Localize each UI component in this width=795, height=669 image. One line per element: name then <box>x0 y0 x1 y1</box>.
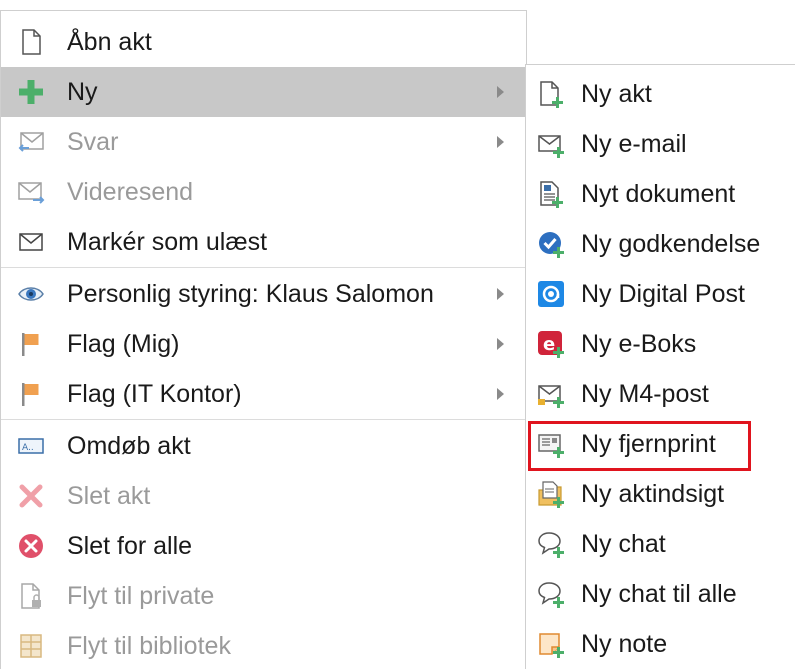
document-icon <box>17 28 45 56</box>
submenu-item-new-digital-post[interactable]: Ny Digital Post <box>526 269 795 319</box>
submenu-item-new-chat-all[interactable]: Ny chat til alle <box>526 569 795 619</box>
menu-item-open-file[interactable]: Åbn akt <box>1 17 526 67</box>
submenu-arrow-icon <box>497 338 504 350</box>
new-document-icon <box>537 80 565 108</box>
menu-item-rename[interactable]: A.. Omdøb akt <box>1 421 526 471</box>
eye-icon <box>17 280 45 308</box>
menu-item-label: Personlig styring: Klaus Salomon <box>67 280 434 308</box>
submenu-arrow-icon <box>497 288 504 300</box>
submenu-item-new-chat[interactable]: Ny chat <box>526 519 795 569</box>
menu-item-delete[interactable]: Slet akt <box>1 471 526 521</box>
svg-text:A..: A.. <box>22 443 34 453</box>
menu-item-label: Ny akt <box>581 80 652 108</box>
menu-item-label: Flag (Mig) <box>67 330 180 358</box>
file-access-icon <box>537 480 565 508</box>
submenu-item-new-file[interactable]: Ny akt <box>526 69 795 119</box>
menu-item-label: Flyt til bibliotek <box>67 632 231 660</box>
menu-item-label: Slet for alle <box>67 532 193 560</box>
menu-item-move-to-private[interactable]: Flyt til private <box>1 571 526 621</box>
flag-icon <box>17 380 45 408</box>
menu-item-personal-control[interactable]: Personlig styring: Klaus Salomon <box>1 269 526 319</box>
menu-item-label: Omdøb akt <box>67 432 191 460</box>
menu-item-label: Svar <box>67 128 119 156</box>
menu-separator <box>1 419 526 420</box>
delete-circle-icon <box>17 532 45 560</box>
menu-item-reply[interactable]: Svar <box>1 117 526 167</box>
forward-envelope-icon <box>17 178 45 206</box>
highlight-annotation-box <box>528 421 751 471</box>
menu-item-label: Ny M4-post <box>581 380 709 408</box>
note-icon <box>537 630 565 658</box>
menu-item-flag-it-office[interactable]: Flag (IT Kontor) <box>1 369 526 419</box>
digital-post-at-icon <box>537 280 565 308</box>
menu-item-label: Ny chat <box>581 530 666 558</box>
menu-item-label: Ny e-mail <box>581 130 687 158</box>
menu-item-flag-me[interactable]: Flag (Mig) <box>1 319 526 369</box>
submenu-item-new-document[interactable]: Nyt dokument <box>526 169 795 219</box>
menu-item-label: Ny chat til alle <box>581 580 737 608</box>
menu-item-forward[interactable]: Videresend <box>1 167 526 217</box>
submenu-item-new-m4-post[interactable]: Ny M4-post <box>526 369 795 419</box>
word-document-icon <box>537 180 565 208</box>
submenu-arrow-icon <box>497 388 504 400</box>
menu-item-delete-for-all[interactable]: Slet for alle <box>1 521 526 571</box>
submenu-item-new-file-access[interactable]: Ny aktindsigt <box>526 469 795 519</box>
lock-document-icon <box>17 582 45 610</box>
flag-icon <box>17 330 45 358</box>
new-submenu: Ny akt Ny e-mail Nyt dokument Ny godkend… <box>525 64 795 669</box>
menu-item-move-to-library[interactable]: Flyt til bibliotek <box>1 621 526 669</box>
menu-item-label: Åbn akt <box>67 28 152 56</box>
submenu-arrow-icon <box>497 136 504 148</box>
eboks-icon: e <box>537 330 565 358</box>
menu-item-label: Flag (IT Kontor) <box>67 380 242 408</box>
menu-separator <box>1 267 526 268</box>
menu-item-mark-unread[interactable]: Markér som ulæst <box>1 217 526 267</box>
submenu-item-new-email[interactable]: Ny e-mail <box>526 119 795 169</box>
submenu-arrow-icon <box>497 86 504 98</box>
m4-post-icon <box>537 380 565 408</box>
library-icon <box>17 632 45 660</box>
menu-item-label: Ny Digital Post <box>581 280 745 308</box>
menu-item-label: Slet akt <box>67 482 151 510</box>
submenu-item-new-eboks[interactable]: e Ny e-Boks <box>526 319 795 369</box>
envelope-icon <box>17 228 45 256</box>
plus-icon <box>17 78 45 106</box>
menu-item-label: Ny <box>67 78 98 106</box>
menu-item-label: Ny aktindsigt <box>581 480 725 508</box>
menu-item-label: Ny godkendelse <box>581 230 761 258</box>
menu-item-label: Flyt til private <box>67 582 215 610</box>
menu-item-label: Videresend <box>67 178 194 206</box>
approval-check-icon <box>537 230 565 258</box>
menu-item-label: Markér som ulæst <box>67 228 268 256</box>
new-email-icon <box>537 130 565 158</box>
context-menu: Åbn akt Ny Svar Videresend Markér som ul… <box>0 10 527 669</box>
menu-item-label: Nyt dokument <box>581 180 736 208</box>
submenu-item-new-note[interactable]: Ny note <box>526 619 795 669</box>
chat-icon <box>537 530 565 558</box>
chat-all-icon <box>537 580 565 608</box>
menu-item-label: Ny e-Boks <box>581 330 697 358</box>
menu-item-new[interactable]: Ny <box>1 67 526 117</box>
submenu-item-new-approval[interactable]: Ny godkendelse <box>526 219 795 269</box>
delete-x-icon <box>17 482 45 510</box>
context-menu-screen: Åbn akt Ny Svar Videresend Markér som ul… <box>0 0 795 669</box>
rename-icon: A.. <box>17 432 45 460</box>
menu-item-label: Ny note <box>581 630 668 658</box>
reply-envelope-icon <box>17 128 45 156</box>
